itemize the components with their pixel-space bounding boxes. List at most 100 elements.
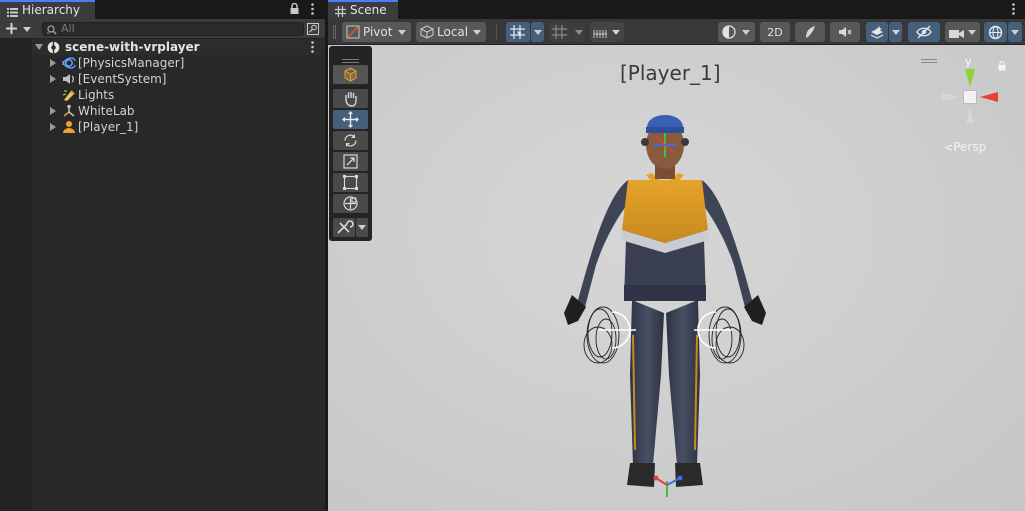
lighting-icon bbox=[803, 25, 817, 39]
local-dropdown[interactable]: Local bbox=[416, 22, 486, 42]
pivot-dropdown[interactable]: Pivot bbox=[342, 22, 411, 42]
tab-scene[interactable]: Scene bbox=[328, 0, 398, 19]
gizmo-grip-icon[interactable] bbox=[921, 52, 937, 63]
lighting-toggle[interactable] bbox=[795, 22, 825, 42]
scale-tool[interactable] bbox=[333, 152, 368, 171]
hierarchy-item-physicsmanager[interactable]: [PhysicsManager] bbox=[32, 55, 325, 71]
tab-hierarchy-label: Hierarchy bbox=[22, 3, 81, 17]
custom-tool-dropdown[interactable] bbox=[356, 218, 368, 237]
mode-2d-toggle[interactable]: 2D bbox=[760, 22, 790, 42]
view-cube-tool[interactable] bbox=[333, 65, 368, 84]
expand-arrow-icon[interactable] bbox=[50, 123, 56, 131]
chevron-down-icon bbox=[534, 30, 542, 35]
chevron-down-icon bbox=[968, 30, 976, 35]
gizmos-toggle[interactable] bbox=[984, 22, 1007, 42]
scene-viewport[interactable] bbox=[328, 45, 1025, 511]
ruler-icon bbox=[593, 26, 609, 38]
effects-toggle[interactable] bbox=[866, 22, 888, 42]
expand-arrow-icon[interactable] bbox=[50, 59, 56, 67]
increment-snap-toggle[interactable] bbox=[549, 22, 571, 42]
scene-kebab-menu-icon[interactable] bbox=[311, 41, 314, 53]
scene-kebab-menu-icon[interactable] bbox=[1012, 3, 1015, 15]
orientation-gizmo[interactable]: y bbox=[936, 55, 1004, 135]
physics-manager-icon bbox=[61, 56, 77, 70]
effects-dropdown[interactable] bbox=[889, 22, 902, 42]
palette-grip-icon[interactable] bbox=[342, 52, 359, 63]
expand-arrow-icon[interactable] bbox=[50, 75, 56, 83]
toolbar-separator bbox=[496, 24, 497, 40]
increment-snap-dropdown[interactable] bbox=[572, 22, 585, 42]
scene-grid-icon bbox=[335, 6, 346, 17]
projection-mode-toggle[interactable]: <Persp bbox=[944, 140, 986, 154]
increment-snap-icon bbox=[552, 25, 567, 39]
hand-tool[interactable] bbox=[333, 89, 368, 108]
hand-icon bbox=[345, 92, 357, 107]
search-by-type-icon[interactable] bbox=[307, 22, 319, 35]
add-icon[interactable] bbox=[6, 23, 17, 34]
list-icon bbox=[7, 6, 18, 17]
scale-icon bbox=[343, 154, 358, 169]
scene-visibility-toggle[interactable] bbox=[908, 22, 940, 42]
hierarchy-scene-row[interactable]: scene-with-vrplayer bbox=[32, 39, 325, 55]
ruler-dropdown[interactable] bbox=[590, 22, 624, 42]
event-system-icon bbox=[62, 73, 76, 85]
persp-icon: < bbox=[944, 141, 954, 154]
hierarchy-item-player[interactable]: [Player_1] bbox=[32, 119, 325, 135]
scene-name: scene-with-vrplayer bbox=[65, 40, 200, 54]
grid-snapping-toggle[interactable] bbox=[506, 22, 530, 42]
transform-tool[interactable] bbox=[333, 194, 368, 213]
chevron-down-icon bbox=[892, 30, 900, 35]
toolbar-grip-icon bbox=[333, 24, 336, 40]
rotate-tool[interactable] bbox=[333, 131, 368, 150]
rect-tool[interactable] bbox=[333, 173, 368, 192]
light-icon bbox=[62, 88, 76, 102]
hierarchy-item-label: [EventSystem] bbox=[78, 72, 167, 86]
hierarchy-item-lights[interactable]: Lights bbox=[32, 87, 325, 103]
local-cube-icon bbox=[420, 25, 434, 39]
kebab-menu-icon[interactable] bbox=[311, 3, 314, 15]
mode-2d-label: 2D bbox=[767, 26, 783, 39]
local-label: Local bbox=[437, 25, 469, 39]
hierarchy-gutter bbox=[0, 39, 32, 511]
hierarchy-search-input[interactable]: All bbox=[42, 22, 304, 36]
hierarchy-item-eventsystem[interactable]: [EventSystem] bbox=[32, 71, 325, 87]
move-tool[interactable] bbox=[333, 110, 368, 129]
chevron-down-icon bbox=[742, 30, 750, 35]
chevron-down-icon[interactable] bbox=[23, 27, 31, 32]
chevron-down-icon bbox=[1011, 30, 1019, 35]
expand-arrow-icon[interactable] bbox=[35, 44, 43, 50]
audio-toggle[interactable] bbox=[830, 22, 860, 42]
draw-mode-dropdown[interactable] bbox=[718, 22, 755, 42]
scene-tab-bar bbox=[328, 0, 1025, 19]
expand-arrow-icon[interactable] bbox=[50, 107, 56, 115]
cube-icon bbox=[344, 67, 357, 82]
chevron-down-icon bbox=[612, 30, 620, 35]
chevron-down-icon bbox=[575, 30, 583, 35]
rotate-icon bbox=[344, 134, 357, 147]
unity-scene-icon bbox=[47, 41, 60, 54]
hierarchy-item-whitelab[interactable]: WhiteLab bbox=[32, 103, 325, 119]
custom-tool[interactable] bbox=[333, 218, 355, 237]
grid-snapping-dropdown[interactable] bbox=[531, 22, 544, 42]
audio-mute-icon bbox=[838, 25, 852, 39]
hierarchy-item-label: [PhysicsManager] bbox=[78, 56, 185, 70]
chevron-down-icon bbox=[398, 30, 406, 35]
gizmos-dropdown[interactable] bbox=[1008, 22, 1022, 42]
hierarchy-item-label: Lights bbox=[78, 88, 115, 102]
whitelab-icon bbox=[62, 104, 76, 118]
grid-snap-icon bbox=[510, 25, 525, 39]
search-placeholder: All bbox=[61, 22, 75, 35]
camera-icon bbox=[949, 26, 964, 38]
eye-hidden-icon bbox=[916, 25, 932, 39]
tool-palette bbox=[329, 46, 372, 241]
player-model bbox=[564, 115, 766, 497]
chevron-down-icon bbox=[473, 30, 481, 35]
lock-icon[interactable] bbox=[290, 2, 299, 14]
pivot-label: Pivot bbox=[363, 25, 393, 39]
chevron-down-icon bbox=[358, 225, 366, 230]
tab-hierarchy[interactable]: Hierarchy bbox=[0, 0, 95, 19]
camera-dropdown[interactable] bbox=[945, 22, 980, 42]
orientation-axes-icon bbox=[942, 69, 998, 123]
rect-transform-icon bbox=[343, 175, 358, 190]
hierarchy-item-label: WhiteLab bbox=[78, 104, 135, 118]
